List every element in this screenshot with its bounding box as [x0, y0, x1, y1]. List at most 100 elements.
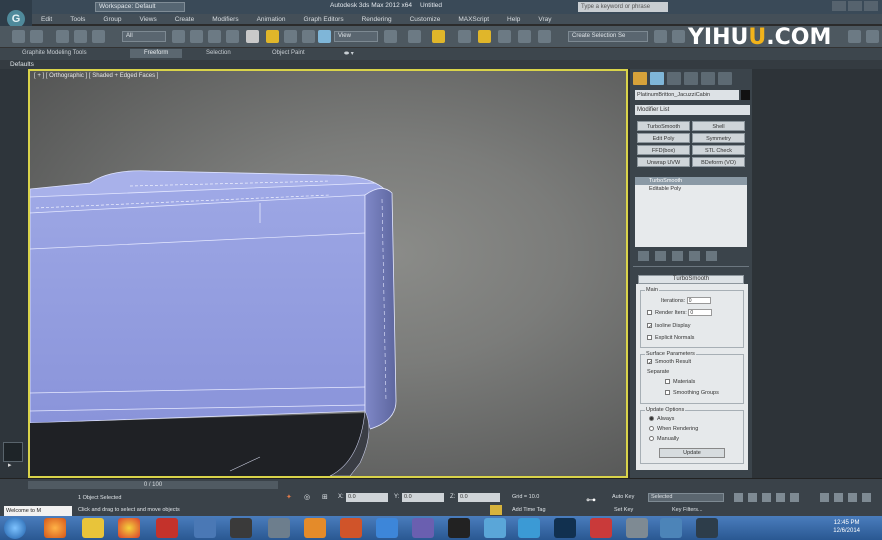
- select-and-scale-icon[interactable]: [302, 30, 315, 43]
- x-coordinate[interactable]: 0.0: [346, 493, 388, 502]
- keyboard-shortcut-icon[interactable]: [432, 30, 445, 43]
- 3ds-max-taskbar-icon[interactable]: [696, 518, 718, 538]
- start-button[interactable]: [4, 517, 26, 539]
- menu-maxscript[interactable]: MAXScript: [449, 16, 498, 23]
- utilities-tab-icon[interactable]: [718, 72, 732, 85]
- iterations-spinner[interactable]: 0: [686, 297, 711, 304]
- stack-item-turbosmooth[interactable]: TurboSmooth: [635, 177, 747, 185]
- app-icon-14[interactable]: [518, 518, 540, 538]
- shell-button[interactable]: Shell: [692, 121, 745, 131]
- minimize-button[interactable]: [832, 1, 846, 11]
- menu-tools[interactable]: Tools: [61, 16, 94, 23]
- object-color-swatch[interactable]: [741, 90, 750, 100]
- workspace-dropdown[interactable]: Workspace: Default: [95, 2, 185, 12]
- angle-snap-icon[interactable]: [478, 30, 491, 43]
- maxscript-listener[interactable]: Welcome to M: [4, 506, 72, 516]
- window-crossing-icon[interactable]: [226, 30, 239, 43]
- select-and-manipulate-icon[interactable]: [246, 30, 259, 43]
- hierarchy-tab-icon[interactable]: [667, 72, 681, 85]
- zoom-icon[interactable]: [820, 493, 829, 502]
- align-icon[interactable]: [672, 30, 685, 43]
- app-icon-16[interactable]: [590, 518, 612, 538]
- manually-radio[interactable]: [649, 436, 654, 442]
- menu-group[interactable]: Group: [94, 16, 130, 23]
- menu-help[interactable]: Help: [498, 16, 529, 23]
- unlink-icon[interactable]: [74, 30, 87, 43]
- when-rendering-radio[interactable]: [649, 426, 654, 432]
- select-object-icon[interactable]: [172, 30, 185, 43]
- orbit-icon[interactable]: [862, 493, 871, 502]
- edit-poly-button[interactable]: Edit Poly: [637, 133, 690, 143]
- add-time-tag[interactable]: Add Time Tag: [512, 507, 546, 513]
- tab-selection[interactable]: Selection: [206, 50, 231, 56]
- zoom-all-icon[interactable]: [834, 493, 843, 502]
- media-player-icon[interactable]: [304, 518, 326, 538]
- time-slider[interactable]: 0 / 100: [28, 481, 278, 489]
- menu-views[interactable]: Views: [130, 16, 165, 23]
- edit-named-selection-icon[interactable]: [538, 30, 551, 43]
- reference-coordinate-dropdown[interactable]: View: [334, 31, 378, 42]
- named-selection-dropdown[interactable]: Create Selection Se: [568, 31, 648, 42]
- app-icon-17[interactable]: [626, 518, 648, 538]
- stl-check-button[interactable]: STL Check: [692, 145, 745, 155]
- stack-item-editable-poly[interactable]: Editable Poly: [635, 185, 747, 193]
- app-icon-12[interactable]: [448, 518, 470, 538]
- app-icon-7[interactable]: [268, 518, 290, 538]
- smoothing-groups-checkbox[interactable]: [665, 390, 670, 396]
- select-and-rotate-icon[interactable]: [284, 30, 297, 43]
- modifier-list-dropdown[interactable]: Modifier List: [635, 105, 750, 115]
- modify-tab-icon[interactable]: [650, 72, 664, 85]
- maximize-button[interactable]: [848, 1, 862, 11]
- app-icon-9[interactable]: [340, 518, 362, 538]
- time-tag-icon[interactable]: [490, 505, 502, 515]
- lock-selection-icon[interactable]: ✦: [286, 493, 292, 501]
- create-tab-icon[interactable]: [633, 72, 647, 85]
- menu-vray[interactable]: Vray: [529, 16, 560, 23]
- ffd-box-button[interactable]: FFD(box): [637, 145, 690, 155]
- tab-freeform[interactable]: Freeform: [130, 49, 183, 58]
- auto-key-button[interactable]: Auto Key: [612, 494, 634, 500]
- expand-arrow-icon[interactable]: ▸: [8, 461, 12, 469]
- system-clock[interactable]: 12:45 PM 12/6/2014: [833, 519, 860, 535]
- key-icon[interactable]: ⊶: [586, 495, 596, 506]
- snaps-toggle-icon[interactable]: [458, 30, 471, 43]
- z-coordinate[interactable]: 0.0: [458, 493, 500, 502]
- menu-create[interactable]: Create: [166, 16, 204, 23]
- turbosmooth-button[interactable]: TurboSmooth: [637, 121, 690, 131]
- tab-object-paint[interactable]: Object Paint: [272, 50, 305, 56]
- firefox-icon[interactable]: [44, 518, 66, 538]
- always-radio[interactable]: [649, 416, 654, 422]
- isolate-icon[interactable]: ◎: [304, 493, 310, 501]
- select-and-move-icon[interactable]: [266, 30, 279, 43]
- select-manipulate-icon[interactable]: [408, 30, 421, 43]
- show-end-result-icon[interactable]: [655, 251, 666, 261]
- viewport-layout-icon[interactable]: [3, 442, 23, 462]
- object-name-field[interactable]: PlatinumBritton_JacuzziCabin: [635, 90, 739, 100]
- photoshop-icon[interactable]: [554, 518, 576, 538]
- selection-filter-dropdown[interactable]: All: [122, 31, 166, 42]
- make-unique-icon[interactable]: [672, 251, 683, 261]
- symmetry-button[interactable]: Symmetry: [692, 133, 745, 143]
- smooth-result-checkbox[interactable]: ✓: [647, 359, 653, 366]
- spinner-snap-icon[interactable]: [518, 30, 531, 43]
- dropbox-icon[interactable]: [376, 518, 398, 538]
- bdeform-button[interactable]: BDeform (VO): [692, 157, 745, 167]
- close-button[interactable]: [864, 1, 878, 11]
- app-icon-13[interactable]: [484, 518, 506, 538]
- menu-modifiers[interactable]: Modifiers: [203, 16, 247, 23]
- reference-coordinate-icon[interactable]: [318, 30, 331, 43]
- ribbon-options-icon[interactable]: ⬬ ▾: [344, 50, 354, 58]
- isoline-checkbox[interactable]: ✓: [647, 323, 653, 330]
- next-frame-icon[interactable]: [776, 493, 785, 502]
- menu-edit[interactable]: Edit: [32, 16, 61, 23]
- explicit-normals-checkbox[interactable]: [647, 335, 652, 341]
- set-key-button[interactable]: Set Key: [614, 507, 633, 513]
- app-icon-11[interactable]: [412, 518, 434, 538]
- viewport[interactable]: [ + ] [ Orthographic ] [ Shaded + Edged …: [28, 69, 628, 478]
- display-tab-icon[interactable]: [701, 72, 715, 85]
- tab-graphite-modeling-tools[interactable]: Graphite Modeling Tools: [22, 50, 87, 56]
- bind-space-warp-icon[interactable]: [92, 30, 105, 43]
- configure-modifier-sets-icon[interactable]: [706, 251, 717, 261]
- select-by-name-icon[interactable]: [190, 30, 203, 43]
- render-iters-checkbox[interactable]: [647, 310, 652, 315]
